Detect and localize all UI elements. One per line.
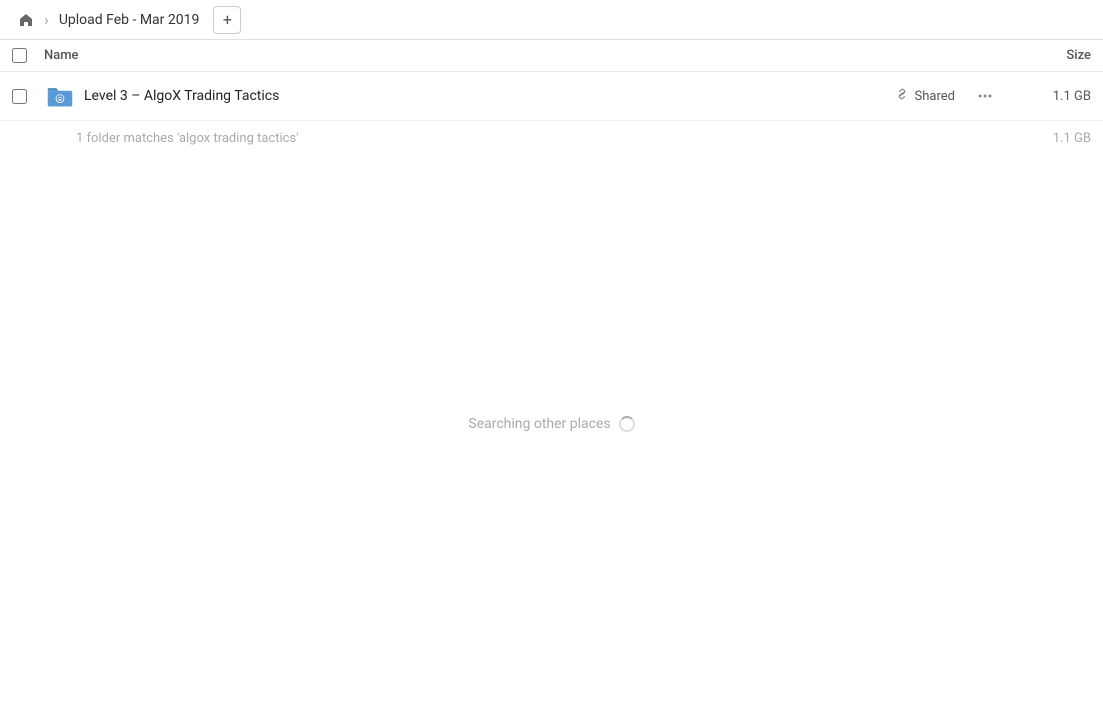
- folder-icon-wrap: [44, 80, 76, 112]
- shared-area: Shared: [895, 87, 955, 105]
- file-size: 1.1 GB: [1011, 89, 1091, 104]
- select-all-checkbox[interactable]: [12, 48, 27, 63]
- matches-info-row: 1 folder matches 'algox trading tactics'…: [0, 121, 1103, 156]
- searching-area: Searching other places: [0, 416, 1103, 432]
- breadcrumb-separator: ›: [44, 10, 49, 29]
- link-icon: [895, 87, 909, 105]
- folder-icon: [46, 82, 74, 110]
- header: › Upload Feb - Mar 2019 +: [0, 0, 1103, 40]
- size-column-header: Size: [1011, 48, 1091, 63]
- more-options-button[interactable]: [971, 82, 999, 110]
- loading-spinner: [619, 416, 635, 432]
- breadcrumb-title: Upload Feb - Mar 2019: [53, 10, 206, 30]
- shared-label: Shared: [915, 89, 955, 104]
- add-button[interactable]: +: [213, 6, 241, 34]
- file-checkbox[interactable]: [12, 89, 27, 104]
- home-icon: [18, 12, 34, 28]
- searching-text: Searching other places: [468, 416, 610, 432]
- column-header: Name Size: [0, 40, 1103, 72]
- file-checkbox-wrapper[interactable]: [12, 89, 44, 104]
- file-row[interactable]: Level 3 – AlgoX Trading Tactics Shared 1…: [0, 72, 1103, 121]
- matches-text: 1 folder matches 'algox trading tactics': [76, 131, 298, 146]
- home-button[interactable]: [12, 6, 40, 34]
- breadcrumb: › Upload Feb - Mar 2019 +: [12, 6, 241, 34]
- matches-size: 1.1 GB: [1053, 131, 1091, 146]
- add-icon: +: [223, 10, 232, 29]
- name-column-header: Name: [44, 48, 1011, 63]
- select-all-checkbox-wrapper[interactable]: [12, 48, 44, 63]
- file-name: Level 3 – AlgoX Trading Tactics: [84, 88, 895, 104]
